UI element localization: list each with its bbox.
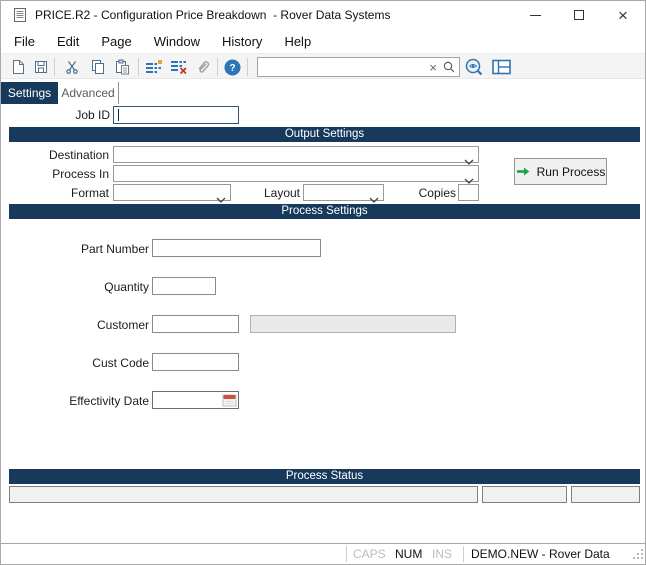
toolbar-separator bbox=[138, 58, 139, 76]
process-settings-header: Process Settings bbox=[9, 204, 640, 219]
menu-edit[interactable]: Edit bbox=[54, 32, 82, 51]
process-in-dropdown[interactable] bbox=[113, 165, 479, 182]
clear-search-icon[interactable]: × bbox=[425, 61, 441, 74]
statusbar-separator bbox=[346, 546, 347, 562]
customer-name-display bbox=[250, 315, 456, 333]
toolbar-separator bbox=[54, 58, 55, 76]
copy-button[interactable] bbox=[87, 56, 109, 78]
new-button[interactable] bbox=[7, 56, 29, 78]
menu-file[interactable]: File bbox=[11, 32, 38, 51]
record-search-button[interactable] bbox=[463, 56, 485, 78]
paste-button[interactable] bbox=[111, 56, 133, 78]
output-settings-header: Output Settings bbox=[9, 127, 640, 142]
tab-settings[interactable]: Settings bbox=[1, 82, 58, 104]
close-button[interactable]: × bbox=[601, 1, 645, 29]
maximize-button[interactable] bbox=[557, 1, 601, 29]
app-window: PRICE.R2 - Configuration Price Breakdown… bbox=[0, 0, 646, 565]
paperclip-icon bbox=[195, 59, 211, 75]
save-button[interactable] bbox=[30, 56, 52, 78]
list-delete-icon bbox=[170, 59, 188, 75]
job-id-label: Job ID bbox=[9, 108, 110, 122]
tab-advanced[interactable]: Advanced bbox=[58, 82, 119, 104]
job-id-input[interactable] bbox=[113, 106, 239, 124]
part-number-input[interactable] bbox=[152, 239, 321, 257]
toolbar-separator bbox=[217, 58, 218, 76]
text-caret bbox=[118, 109, 119, 121]
session-account-label: DEMO.NEW - Rover Data Systems bbox=[471, 544, 645, 564]
destination-dropdown[interactable] bbox=[113, 146, 479, 163]
status-segment-2 bbox=[482, 486, 567, 503]
list-add-button[interactable] bbox=[143, 56, 165, 78]
insert-mode-indicator: INS bbox=[432, 544, 452, 564]
statusbar-separator bbox=[463, 546, 464, 562]
menu-window[interactable]: Window bbox=[151, 32, 203, 51]
calendar-button[interactable] bbox=[222, 393, 237, 407]
caps-lock-indicator: CAPS bbox=[353, 544, 386, 564]
cust-code-input[interactable] bbox=[152, 353, 239, 371]
svg-text:?: ? bbox=[229, 63, 235, 74]
effectivity-date-label: Effectivity Date bbox=[9, 394, 149, 408]
format-label: Format bbox=[9, 186, 109, 200]
process-in-label: Process In bbox=[9, 167, 109, 181]
calendar-icon bbox=[222, 393, 237, 407]
run-process-label: Run Process bbox=[537, 165, 606, 179]
search-icon[interactable] bbox=[441, 61, 459, 73]
close-icon: × bbox=[618, 7, 628, 24]
green-arrow-icon bbox=[516, 166, 530, 177]
toolbar: ? × bbox=[1, 53, 645, 79]
status-segment-main bbox=[9, 486, 478, 503]
format-dropdown[interactable] bbox=[113, 184, 231, 201]
layout-view-button[interactable] bbox=[490, 56, 512, 78]
help-icon: ? bbox=[224, 59, 241, 76]
process-status-header: Process Status bbox=[9, 469, 640, 484]
cut-icon bbox=[64, 59, 80, 75]
title-bar: PRICE.R2 - Configuration Price Breakdown… bbox=[1, 1, 645, 29]
copies-label: Copies bbox=[386, 186, 456, 200]
layout-dropdown[interactable] bbox=[303, 184, 384, 201]
list-add-icon bbox=[145, 59, 163, 75]
menu-page[interactable]: Page bbox=[98, 32, 134, 51]
customer-label: Customer bbox=[9, 318, 149, 332]
status-segment-3 bbox=[571, 486, 640, 503]
toolbar-separator bbox=[247, 58, 248, 76]
part-number-label: Part Number bbox=[9, 242, 149, 256]
layout-label: Layout bbox=[231, 186, 300, 200]
copy-icon bbox=[90, 59, 106, 75]
quantity-label: Quantity bbox=[9, 280, 149, 294]
menu-bar: File Edit Page Window History Help bbox=[1, 29, 645, 53]
maximize-icon bbox=[574, 10, 584, 20]
search-input[interactable] bbox=[258, 59, 425, 75]
save-icon bbox=[33, 59, 49, 75]
list-delete-button[interactable] bbox=[168, 56, 190, 78]
app-icon bbox=[12, 7, 28, 23]
search-box: × bbox=[257, 57, 460, 77]
window-title: PRICE.R2 - Configuration Price Breakdown… bbox=[35, 1, 390, 29]
attachment-button[interactable] bbox=[192, 56, 214, 78]
resize-grip[interactable] bbox=[633, 548, 643, 562]
run-process-button[interactable]: Run Process bbox=[514, 158, 607, 185]
menu-history[interactable]: History bbox=[219, 32, 265, 51]
minimize-icon bbox=[530, 15, 541, 16]
paste-icon bbox=[114, 59, 130, 75]
status-bar: CAPS NUM INS DEMO.NEW - Rover Data Syste… bbox=[1, 543, 645, 564]
menu-help[interactable]: Help bbox=[281, 32, 314, 51]
num-lock-indicator: NUM bbox=[395, 544, 422, 564]
quantity-input[interactable] bbox=[152, 277, 216, 295]
cut-button[interactable] bbox=[61, 56, 83, 78]
search-eye-icon bbox=[464, 58, 485, 77]
minimize-button[interactable] bbox=[513, 1, 557, 29]
layout-view-icon bbox=[492, 59, 511, 75]
cust-code-label: Cust Code bbox=[9, 356, 149, 370]
destination-label: Destination bbox=[9, 148, 109, 162]
new-document-icon bbox=[10, 59, 26, 75]
customer-input[interactable] bbox=[152, 315, 239, 333]
help-button[interactable]: ? bbox=[221, 56, 243, 78]
copies-input[interactable] bbox=[458, 184, 479, 201]
